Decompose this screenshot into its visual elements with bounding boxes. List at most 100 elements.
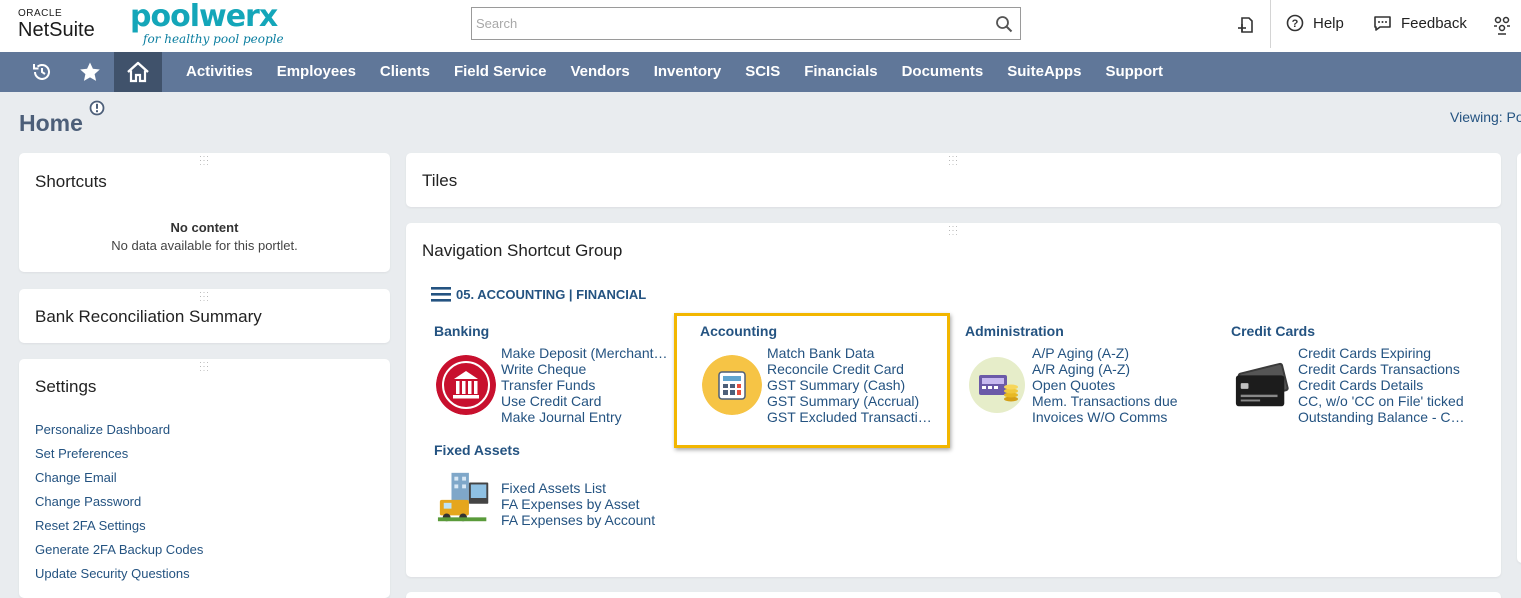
nav-link[interactable]: Credit Cards Transactions [1298,361,1470,377]
settings-link[interactable]: Reset 2FA Settings [35,514,203,538]
nav-link[interactable]: Credit Cards Expiring [1298,345,1470,361]
nav-item-inventory[interactable]: Inventory [642,52,734,92]
category-title[interactable]: Banking [434,323,674,339]
nav-item-vendors[interactable]: Vendors [559,52,642,92]
svg-text:?: ? [1292,18,1299,30]
link-list: Credit Cards Expiring Credit Cards Trans… [1298,345,1470,425]
category-title[interactable]: Fixed Assets [434,442,674,458]
category-banking: Banking Make Deposit (Merchant… Write Ch… [434,323,674,425]
drag-handle[interactable]: :::::: [198,360,212,373]
info-icon[interactable] [89,100,105,116]
hamburger-menu-icon [431,287,451,302]
drag-handle[interactable]: :::::: [198,290,212,303]
create-record-icon[interactable] [1236,15,1256,35]
settings-link[interactable]: Change Password [35,490,203,514]
nav-link[interactable]: Open Quotes [1032,377,1200,393]
shortcuts-portlet: :::::: Shortcuts No content No data avai… [19,153,390,272]
nav-link[interactable]: Invoices W/O Comms [1032,409,1200,425]
nav-link[interactable]: Transfer Funds [501,377,669,393]
page-title: Home [19,110,83,136]
nav-link[interactable]: A/R Aging (A-Z) [1032,361,1200,377]
bank-icon [436,355,496,415]
home-icon [127,61,149,83]
help-button[interactable]: ? Help [1286,14,1344,32]
settings-link[interactable]: Change Email [35,466,203,490]
nav-link[interactable]: Make Deposit (Merchant… [501,345,669,361]
settings-link[interactable]: Update Security Questions [35,562,203,586]
drag-handle[interactable]: :::::: [947,224,961,237]
next-portlet [406,592,1501,598]
nav-menu: Activities Employees Clients Field Service V… [174,52,1175,92]
search-icon[interactable] [995,15,1013,33]
nav-link[interactable]: FA Expenses by Account [501,512,671,528]
nav-link[interactable]: Fixed Assets List [501,480,671,496]
group-header[interactable]: 05. ACCOUNTING | FINANCIAL [431,287,646,302]
nav-link[interactable]: Credit Cards Details [1298,377,1470,393]
nav-item-employees[interactable]: Employees [265,52,368,92]
feedback-icon [1374,16,1391,31]
category-administration: Administration A/P Aging (A-Z) A/R Aging… [965,323,1205,425]
fixed-assets-icon [437,472,489,522]
empty-title: No content [170,220,239,235]
nav-link[interactable]: A/P Aging (A-Z) [1032,345,1200,361]
drag-handle[interactable]: :::::: [198,154,212,167]
settings-portlet: :::::: Settings Personalize Dashboard Set… [19,359,390,598]
favorites-button[interactable] [66,52,114,92]
category-credit-cards: Credit Cards Credit Cards Expiring Credi… [1231,323,1481,425]
nav-item-suiteapps[interactable]: SuiteApps [995,52,1093,92]
search-input[interactable] [472,8,982,39]
star-icon [80,62,100,81]
settings-links: Personalize Dashboard Set Preferences Chan… [35,418,203,586]
settings-link[interactable]: Generate 2FA Backup Codes [35,538,203,562]
nav-link[interactable]: FA Expenses by Asset [501,496,671,512]
cash-register-icon [969,357,1025,413]
nav-item-financials[interactable]: Financials [792,52,889,92]
portlet-title: Shortcuts [35,172,107,191]
feedback-button[interactable]: Feedback [1373,14,1467,32]
main-navigation: Activities Employees Clients Field Service V… [0,52,1521,92]
nav-link[interactable]: Outstanding Balance - C… [1298,409,1470,425]
settings-link[interactable]: Set Preferences [35,442,203,466]
poolwerx-logo[interactable]: poolwerx for healthy pool people [130,0,284,46]
navigation-shortcut-portlet: :::::: Navigation Shortcut Group 05. ACC… [406,223,1501,577]
link-list: Make Deposit (Merchant… Write Cheque Tra… [501,345,669,425]
help-icon: ? [1286,14,1304,32]
empty-state: No content No data available for this po… [19,220,390,253]
bank-reconciliation-portlet: :::::: Bank Reconciliation Summary [19,289,390,343]
portlet-title: Bank Reconciliation Summary [35,307,262,326]
role-switch-icon[interactable] [1492,15,1512,35]
nav-link[interactable]: Mem. Transactions due [1032,393,1200,409]
category-title[interactable]: Administration [965,323,1205,339]
global-search [471,7,1021,40]
nav-item-activities[interactable]: Activities [174,52,265,92]
netsuite-logo[interactable]: ORACLE NetSuite [18,8,95,42]
nav-item-field-service[interactable]: Field Service [442,52,559,92]
recent-records-button[interactable] [18,52,66,92]
netsuite-label: NetSuite [18,19,95,41]
link-list: Fixed Assets List FA Expenses by Asset F… [501,480,671,528]
settings-link[interactable]: Personalize Dashboard [35,418,203,442]
brand-tagline: for healthy pool people [143,32,284,46]
drag-handle[interactable]: :::::: [947,154,961,167]
highlight-box [674,313,950,448]
link-list: A/P Aging (A-Z) A/R Aging (A-Z) Open Quo… [1032,345,1200,425]
home-button[interactable] [114,52,162,92]
brand-name: poolwerx [130,0,278,34]
viewing-label[interactable]: Viewing: Po [1450,109,1521,125]
tiles-portlet: :::::: Tiles [406,153,1501,207]
nav-link[interactable]: Write Cheque [501,361,669,377]
nav-item-scis[interactable]: SCIS [733,52,792,92]
portlet-title: Tiles [422,171,458,190]
category-title[interactable]: Credit Cards [1231,323,1481,339]
nav-link[interactable]: Make Journal Entry [501,409,669,425]
help-label: Help [1313,14,1344,32]
empty-subtitle: No data available for this portlet. [111,238,298,253]
nav-item-support[interactable]: Support [1093,52,1175,92]
nav-item-documents[interactable]: Documents [890,52,996,92]
nav-link[interactable]: Use Credit Card [501,393,669,409]
nav-item-clients[interactable]: Clients [368,52,442,92]
oracle-label: ORACLE [18,8,63,19]
portlet-title: Settings [35,377,97,396]
nav-link[interactable]: CC, w/o 'CC on File' ticked [1298,393,1470,409]
header-divider [1270,0,1271,48]
